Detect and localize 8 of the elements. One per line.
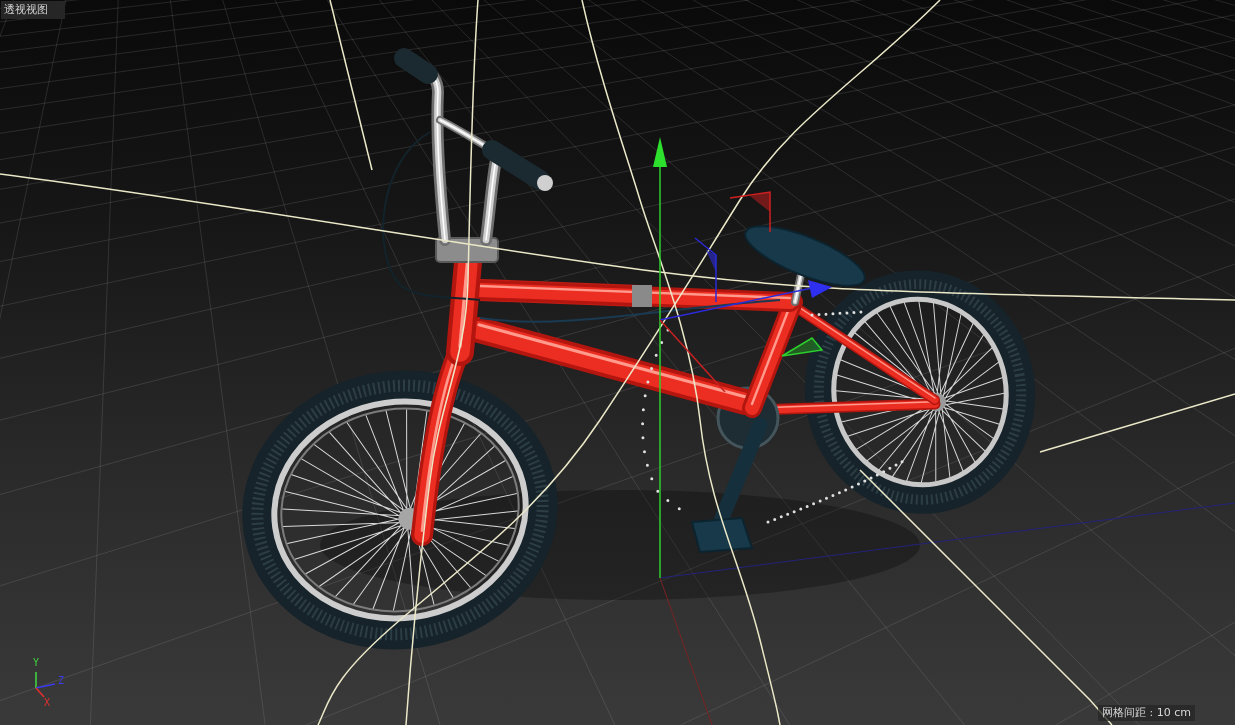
view-name-label[interactable]: 透视视图	[1, 1, 65, 19]
grid-spacing-text: 网格间距 : 10 cm	[1098, 705, 1195, 721]
move-gizmo[interactable]	[653, 137, 832, 579]
axis-label: Y	[33, 658, 40, 668]
dotted-guide-line	[810, 310, 864, 317]
axis-label: Z	[58, 676, 65, 686]
axis-label: X	[44, 698, 51, 708]
axis-triad-icon	[35, 672, 57, 698]
